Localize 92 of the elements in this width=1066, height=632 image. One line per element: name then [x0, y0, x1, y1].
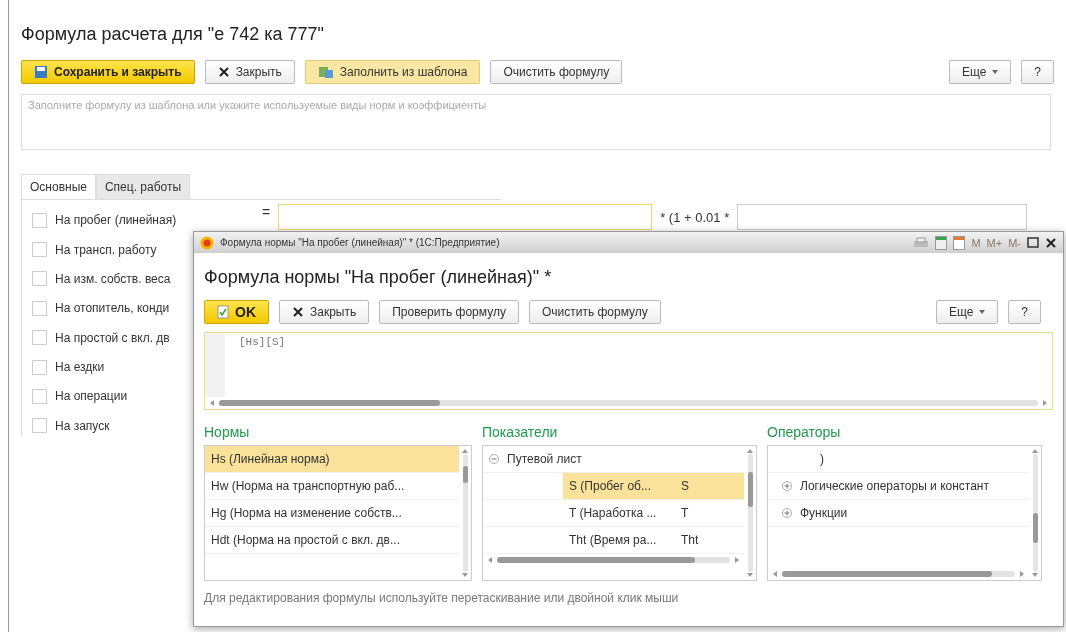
checkbox[interactable]	[32, 330, 47, 346]
tree-group[interactable]: Путевой лист	[507, 452, 582, 466]
indicator-code: S	[675, 473, 744, 499]
ok-button[interactable]: OK	[204, 300, 269, 324]
checkbox[interactable]	[32, 212, 47, 228]
toolbar-button[interactable]: Очистить формулу	[528, 300, 661, 324]
scroll-arrow-icon[interactable]	[1019, 571, 1025, 577]
more-button[interactable]: Еще	[948, 60, 1012, 84]
checkbox-label: На пробег (линейная)	[55, 213, 177, 228]
tree-item[interactable]: Tht (Время ра...	[563, 527, 675, 553]
operator-group[interactable]: Логические операторы и констант	[800, 479, 989, 493]
close-icon	[292, 306, 304, 318]
checkbox-label: На отопитель, конди	[55, 301, 170, 316]
scroll-arrow-icon[interactable]	[747, 572, 753, 578]
scroll-arrow-icon[interactable]	[747, 448, 753, 454]
caret-icon	[992, 70, 999, 74]
collapse-icon[interactable]	[489, 454, 499, 464]
formula-code: [Hs][S]	[238, 335, 287, 350]
tree-item[interactable]: T (Наработка ...	[563, 500, 675, 526]
list-item[interactable]: Hs (Линейная норма)	[205, 446, 459, 473]
scroll-arrow-icon[interactable]	[487, 557, 493, 563]
expand-icon[interactable]	[782, 508, 792, 518]
scroll-arrow-icon[interactable]	[772, 571, 778, 577]
checkbox-label: На изм. собств. веса	[55, 271, 171, 286]
indicator-code: T	[680, 505, 690, 522]
checkbox-label: На трансп. работу	[55, 242, 157, 257]
scroll-arrow-icon[interactable]	[734, 557, 740, 563]
fill-from-template-button[interactable]: Заполнить из шаблона	[304, 60, 481, 84]
scroll-arrow-icon[interactable]	[1032, 572, 1038, 578]
scroll-thumb[interactable]	[782, 571, 992, 577]
section-title: Показатели	[482, 424, 558, 440]
help-button[interactable]: ?	[1021, 60, 1054, 84]
list-item[interactable]: Hdt (Норма на простой с вкл. дв...	[205, 527, 459, 554]
indicator-code: Tht	[680, 532, 700, 549]
tab[interactable]: Основные	[21, 174, 96, 199]
list-item[interactable]: Hw (Норма на транспортную раб...	[205, 473, 459, 500]
formula-editor[interactable]: [Hs][S]	[204, 332, 1053, 410]
scroll-arrow-icon[interactable]	[462, 572, 468, 578]
scroll-thumb[interactable]	[1032, 513, 1038, 543]
checkbox[interactable]	[32, 388, 47, 404]
help-button[interactable]: ?	[1008, 300, 1041, 324]
section-title: Операторы	[767, 424, 841, 440]
help-text: Для редактирования формулы используйте перетаскивание или двойной клик мыши	[204, 591, 679, 605]
equals-sign: =	[262, 204, 271, 220]
scroll-thumb[interactable]	[462, 465, 468, 484]
toolbar-button[interactable]: Проверить формулу	[379, 300, 519, 324]
toolbar-button[interactable]: Очистить формулу	[490, 60, 623, 84]
operator-group[interactable]: Функции	[800, 506, 848, 520]
scroll-arrow-icon[interactable]	[209, 400, 215, 406]
checkbox-label: На простой с вкл. дв	[55, 330, 170, 345]
scroll-thumb[interactable]	[497, 557, 696, 563]
multiplier-text: * (1 + 0.01 *	[660, 210, 730, 225]
close-button[interactable]: Закрыть	[204, 60, 295, 84]
close-icon	[217, 66, 230, 78]
checkbox-label: На ездки	[55, 360, 105, 375]
template-icon	[317, 65, 334, 79]
caret-icon	[979, 310, 986, 314]
tab[interactable]: Спец. работы	[95, 174, 191, 199]
scroll-arrow-icon[interactable]	[1042, 400, 1048, 406]
line-number-gutter	[205, 333, 225, 397]
formula-field[interactable]: Заполните формулу из шаблона или укажите используемые виды норм и коэффициенты	[21, 94, 1051, 150]
scroll-arrow-icon[interactable]	[462, 448, 468, 454]
close-icon[interactable]	[1045, 236, 1057, 249]
close-button[interactable]: Закрыть	[279, 300, 370, 324]
expand-icon[interactable]	[782, 481, 792, 491]
checkbox[interactable]	[32, 300, 47, 316]
scroll-thumb[interactable]	[219, 400, 441, 406]
checkbox[interactable]	[32, 242, 47, 258]
section-title: Нормы	[204, 424, 250, 440]
coefficient-field[interactable]	[737, 204, 1028, 230]
calculator-icon[interactable]	[935, 235, 948, 250]
checkbox-label: На запуск	[55, 418, 110, 433]
app-logo-icon	[200, 235, 214, 250]
checkbox[interactable]	[32, 418, 47, 434]
maximize-icon[interactable]	[1027, 237, 1039, 248]
norm-field[interactable]	[278, 204, 653, 230]
calendar-icon[interactable]	[953, 235, 966, 250]
checkbox[interactable]	[32, 359, 47, 375]
window-title: Формула расчета для "е 742 ка 777"	[21, 24, 324, 45]
list-item[interactable]: Hg (Норма на изменение собств...	[205, 500, 459, 527]
dialog-title: Формула нормы "На пробег (линейная)" * (1С:Предприятие)	[220, 237, 500, 248]
document-check-icon	[217, 305, 229, 319]
save-and-close-button[interactable]: Сохранить и закрыть	[21, 60, 195, 84]
checkbox-label: На операции	[55, 389, 128, 404]
scroll-arrow-icon[interactable]	[1032, 448, 1038, 454]
printer-icon[interactable]	[913, 236, 930, 249]
operator-item[interactable]: )	[820, 452, 824, 466]
checkbox[interactable]	[32, 271, 47, 287]
scroll-thumb[interactable]	[747, 471, 753, 508]
dialog-heading: Формула нормы "На пробег (линейная)" *	[204, 267, 552, 288]
tree-item[interactable]: S (Пробег об...	[563, 473, 675, 499]
more-button[interactable]: Еще	[935, 300, 999, 324]
